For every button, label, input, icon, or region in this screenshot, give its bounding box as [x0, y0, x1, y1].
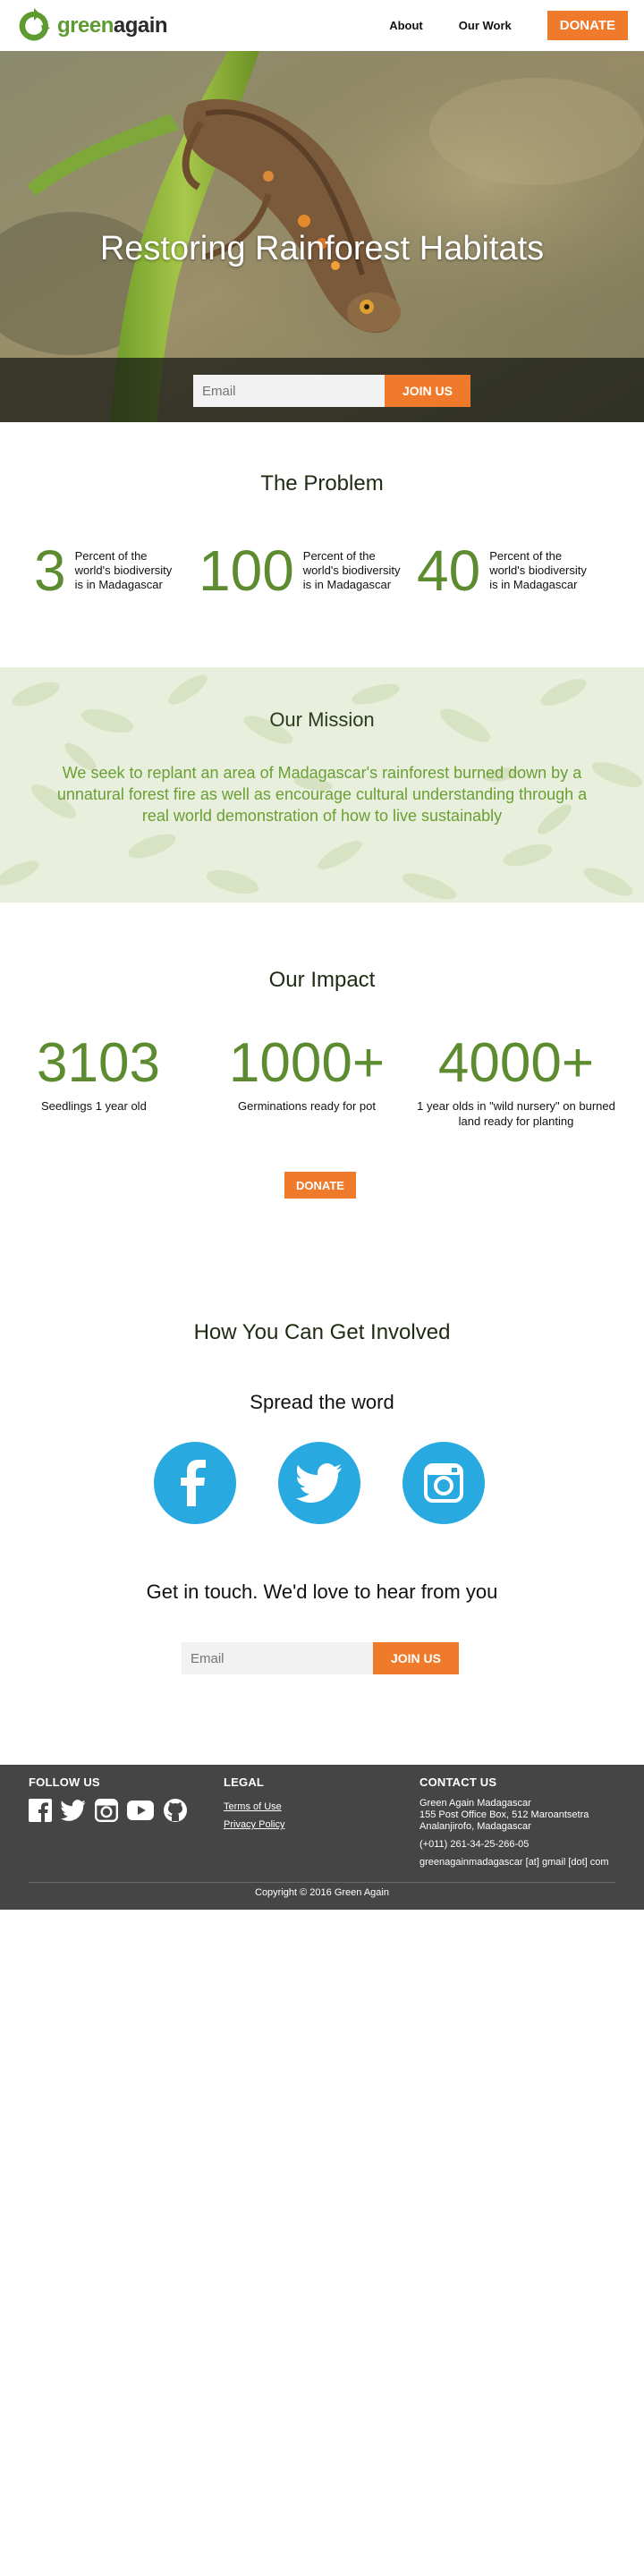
footer-follow: FOLLOW US	[29, 1775, 188, 1827]
contact-email: greenagainmadagascar [at] gmail [dot] co…	[419, 1857, 609, 1868]
instagram-icon	[95, 1799, 118, 1822]
contact-address-line-1: 155 Post Office Box, 512 Maroantsetra	[419, 1809, 589, 1820]
twitter-icon	[61, 1800, 86, 1821]
contact-phone: (+011) 261-34-25-266-05	[419, 1839, 530, 1850]
problem-stats: 3 Percent of the world's biodiversity is…	[0, 542, 644, 605]
footer-social-icons	[29, 1798, 188, 1827]
facebook-icon	[29, 1799, 52, 1822]
problem-stat-number: 40	[417, 538, 481, 603]
logo-text-green: green	[57, 13, 114, 38]
nav-about[interactable]: About	[389, 19, 423, 32]
site-header: greenagain About Our Work DONATE	[0, 0, 644, 51]
problem-stat: 100 Percent of the world's biodiversity …	[199, 542, 411, 599]
problem-stat-number: 3	[34, 538, 66, 603]
involved-title: How You Can Get Involved	[193, 1320, 451, 1344]
footer-divider	[29, 1882, 615, 1883]
facebook-share-button[interactable]	[154, 1442, 236, 1524]
logo-text: greenagain	[57, 13, 168, 38]
contact-address-line-2: Analanjirofo, Madagascar	[419, 1821, 531, 1832]
header-donate-button[interactable]: DONATE	[547, 11, 628, 40]
footer-follow-heading: FOLLOW US	[29, 1775, 100, 1789]
nav-our-work[interactable]: Our Work	[459, 19, 512, 32]
footer-instagram-link[interactable]	[95, 1799, 118, 1826]
impact-stat: 1000+ Germinations ready for pot	[213, 1034, 401, 1114]
logo-text-dark: again	[113, 13, 168, 38]
contact-org-name: Green Again Madagascar	[419, 1798, 531, 1809]
problem-stat-label: Percent of the world's biodiversity is i…	[302, 549, 401, 591]
youtube-icon	[127, 1801, 154, 1820]
impact-stat: 4000+ 1 year olds in "wild nursery" on b…	[413, 1034, 619, 1129]
facebook-icon	[181, 1460, 206, 1506]
impact-stat-label: 1 year olds in "wild nursery" on burned …	[417, 1099, 615, 1128]
problem-stat-label: Percent of the world's biodiversity is i…	[489, 549, 587, 591]
logo[interactable]: greenagain	[16, 8, 168, 44]
impact-stat-number: 1000+	[228, 1032, 386, 1094]
footer-legal-heading: LEGAL	[224, 1775, 265, 1789]
footer-facebook-link[interactable]	[29, 1799, 52, 1826]
mission-text: We seek to replant an area of Madagascar…	[56, 764, 588, 825]
impact-stat-number: 4000+	[437, 1032, 595, 1094]
privacy-policy-link[interactable]: Privacy Policy	[224, 1816, 284, 1834]
hero-section: Restoring Rainforest Habitats JOIN US	[0, 51, 644, 422]
mission-section: Our Mission We seek to replant an area o…	[0, 667, 644, 902]
impact-stat-label: Germinations ready for pot	[238, 1099, 376, 1113]
footer-legal: LEGAL Terms of Use Privacy Policy	[224, 1775, 284, 1834]
impact-donate-button[interactable]: DONATE	[284, 1172, 356, 1199]
problem-title: The Problem	[260, 471, 384, 496]
footer-contact: CONTACT US Green Again Madagascar 155 Po…	[419, 1775, 625, 1868]
contact-email-input[interactable]	[182, 1642, 373, 1674]
impact-stat-number: 3103	[37, 1032, 160, 1094]
problem-stat-label: Percent of the world's biodiversity is i…	[74, 549, 173, 591]
hero-email-input[interactable]	[193, 375, 385, 407]
problem-stat-number: 100	[199, 538, 294, 603]
footer-youtube-link[interactable]	[127, 1801, 154, 1825]
main-nav: About Our Work DONATE	[389, 0, 644, 51]
hero-join-button[interactable]: JOIN US	[385, 375, 470, 407]
contact-title: Get in touch. We'd love to hear from you	[146, 1580, 498, 1603]
site-footer: FOLLOW US LEGAL Terms of Use Privacy Pol…	[0, 1765, 644, 1910]
impact-title: Our Impact	[268, 968, 376, 992]
recycle-logo-icon	[19, 8, 50, 41]
problem-stat: 40 Percent of the world's biodiversity i…	[417, 542, 597, 599]
footer-contact-heading: CONTACT US	[419, 1775, 497, 1789]
copyright-text: Copyright © 2016 Green Again	[255, 1887, 389, 1898]
github-icon	[164, 1799, 187, 1822]
mission-title: Our Mission	[269, 708, 375, 731]
spread-title: Spread the word	[250, 1391, 394, 1413]
twitter-share-button[interactable]	[278, 1442, 360, 1524]
contact-join-button[interactable]: JOIN US	[373, 1642, 459, 1674]
impact-stat-label: Seedlings 1 year old	[41, 1099, 147, 1113]
problem-stat: 3 Percent of the world's biodiversity is…	[34, 542, 182, 599]
impact-stat: 3103 Seedlings 1 year old	[27, 1034, 170, 1114]
twitter-icon	[296, 1463, 342, 1503]
footer-github-link[interactable]	[163, 1798, 188, 1827]
terms-of-use-link[interactable]: Terms of Use	[224, 1798, 284, 1816]
footer-twitter-link[interactable]	[61, 1800, 86, 1826]
instagram-icon	[424, 1463, 463, 1503]
hero-title: Restoring Rainforest Habitats	[99, 230, 545, 267]
instagram-share-button[interactable]	[402, 1442, 485, 1524]
